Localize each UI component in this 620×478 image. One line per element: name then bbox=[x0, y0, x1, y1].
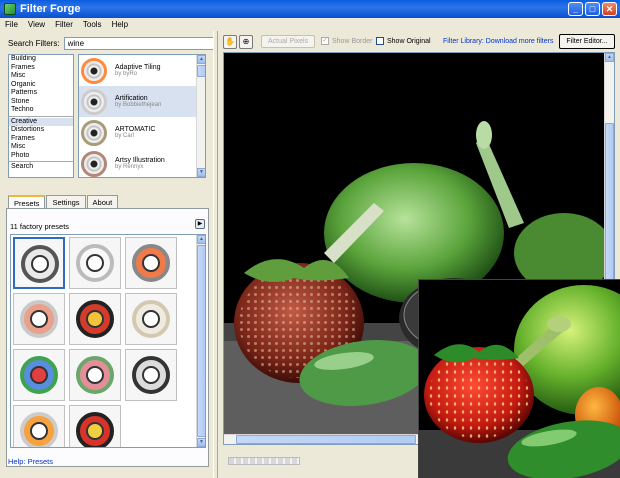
presets-grid: Defau ▲ ▼ bbox=[10, 234, 206, 448]
preset-thumbnail[interactable] bbox=[69, 349, 121, 401]
filter-list-item-selected[interactable]: Artification by Bobbiethejean bbox=[79, 86, 205, 117]
preset-thumbnail[interactable] bbox=[69, 237, 121, 289]
preset-thumbnail[interactable] bbox=[69, 405, 121, 447]
filter-name: ARTOMATIC bbox=[115, 126, 156, 133]
preset-thumbnail[interactable] bbox=[69, 293, 121, 345]
menu-view[interactable]: View bbox=[23, 20, 50, 29]
filter-editor-button[interactable]: Filter Editor... bbox=[559, 34, 615, 49]
category-item[interactable]: Photo bbox=[9, 152, 73, 161]
filter-author: by Carl bbox=[115, 133, 135, 139]
category-item[interactable]: Distortions bbox=[9, 126, 73, 135]
filter-author: by Bobbiethejean bbox=[115, 102, 162, 108]
category-item[interactable]: Building bbox=[9, 55, 73, 64]
show-border-label: Show Border bbox=[332, 37, 373, 45]
app-icon bbox=[4, 3, 16, 15]
menu-filter[interactable]: Filter bbox=[50, 20, 78, 29]
panel-splitter[interactable] bbox=[0, 184, 213, 188]
category-item[interactable]: Techno bbox=[9, 106, 73, 115]
zoom-icon[interactable]: ⊕ bbox=[239, 35, 253, 49]
filter-thumbnail bbox=[81, 57, 107, 84]
minimize-button[interactable]: _ bbox=[568, 2, 583, 16]
filter-list-item[interactable]: ARTOMATIC by Carl bbox=[79, 117, 205, 148]
filter-name: Artification bbox=[115, 95, 148, 102]
scroll-down-icon[interactable]: ▼ bbox=[197, 438, 205, 447]
menu-file[interactable]: File bbox=[0, 20, 23, 29]
show-border-option[interactable]: ✓ Show Border bbox=[321, 37, 372, 45]
show-border-checkbox[interactable]: ✓ bbox=[321, 37, 329, 45]
preset-thumbnail[interactable] bbox=[125, 293, 177, 345]
filter-list-item[interactable]: Adaptive Tiling by byRo bbox=[79, 55, 205, 86]
category-divider bbox=[9, 161, 73, 162]
title-bar: Filter Forge _ □ ✕ bbox=[0, 0, 620, 18]
scroll-up-icon[interactable]: ▲ bbox=[197, 55, 205, 64]
scroll-down-icon[interactable]: ▼ bbox=[197, 168, 205, 177]
tab-about[interactable]: About bbox=[86, 195, 119, 208]
show-original-checkbox[interactable] bbox=[376, 37, 384, 45]
category-divider bbox=[9, 115, 73, 117]
scroll-thumb[interactable] bbox=[197, 245, 205, 437]
filter-thumbnail bbox=[81, 150, 107, 177]
presets-count: 11 factory presets bbox=[10, 222, 70, 231]
filter-author: by byRo bbox=[115, 71, 138, 77]
scroll-thumb[interactable] bbox=[236, 435, 416, 444]
category-item[interactable]: Organic bbox=[9, 81, 73, 90]
preset-thumbnail[interactable] bbox=[13, 405, 65, 447]
scroll-thumb[interactable] bbox=[197, 65, 205, 77]
preset-thumbnail[interactable] bbox=[13, 349, 65, 401]
render-progress-bar bbox=[228, 457, 300, 465]
menu-help[interactable]: Help bbox=[107, 20, 133, 29]
preset-thumbnail[interactable] bbox=[125, 349, 177, 401]
presets-panel: 11 factory presets ▶ Defau ▲ ▼ bbox=[6, 208, 209, 467]
category-item[interactable]: Frames bbox=[9, 64, 73, 73]
preset-thumbnail[interactable] bbox=[13, 293, 65, 345]
category-item[interactable]: Frames bbox=[9, 135, 73, 144]
filter-thumbnail bbox=[81, 119, 107, 146]
category-item[interactable]: Patterns bbox=[9, 89, 73, 98]
tab-presets[interactable]: Presets bbox=[8, 195, 46, 208]
category-list[interactable]: Building Frames Misc Organic Patterns St… bbox=[8, 54, 74, 178]
scroll-up-icon[interactable]: ▲ bbox=[197, 235, 205, 244]
category-item[interactable]: Misc bbox=[9, 143, 73, 152]
help-presets-link[interactable]: Help: Presets bbox=[8, 457, 53, 466]
presets-scrollbar[interactable]: ▲ ▼ bbox=[196, 235, 205, 447]
window-title: Filter Forge bbox=[20, 3, 81, 15]
search-input[interactable] bbox=[63, 37, 214, 50]
menu-bar: File View Filter Tools Help bbox=[0, 18, 620, 31]
filter-author: by Rennyx bbox=[115, 164, 144, 170]
vertical-splitter[interactable] bbox=[213, 31, 218, 478]
preset-label: Defau bbox=[17, 280, 31, 286]
category-item-selected[interactable]: Creative bbox=[9, 117, 73, 126]
category-item[interactable]: Search bbox=[9, 163, 73, 172]
category-item[interactable]: Stone bbox=[9, 98, 73, 107]
scroll-thumb[interactable] bbox=[605, 123, 614, 283]
tab-settings[interactable]: Settings bbox=[46, 195, 86, 208]
scroll-up-icon[interactable]: ▲ bbox=[605, 53, 614, 62]
filter-thumbnail bbox=[81, 88, 107, 115]
filter-list-item[interactable]: Artsy Illustration by Rennyx bbox=[79, 148, 205, 177]
show-original-label: Show Original bbox=[387, 37, 431, 45]
preset-thumbnail[interactable]: Defau bbox=[13, 237, 65, 289]
maximize-button[interactable]: □ bbox=[585, 2, 600, 16]
play-icon[interactable]: ▶ bbox=[195, 219, 205, 229]
original-fruit-image bbox=[419, 280, 620, 478]
close-button[interactable]: ✕ bbox=[602, 2, 617, 16]
filter-library-link[interactable]: Filter Library: Download more filters bbox=[443, 38, 553, 45]
tab-strip: Presets Settings About bbox=[8, 195, 119, 208]
filter-list[interactable]: Adaptive Tiling by byRo Artification by … bbox=[78, 54, 206, 178]
category-item[interactable]: Misc bbox=[9, 72, 73, 81]
filter-name: Adaptive Tiling bbox=[115, 64, 161, 71]
search-row: Search Filters: bbox=[8, 37, 214, 50]
original-image-overlay bbox=[418, 279, 620, 478]
filter-name: Artsy Illustration bbox=[115, 157, 165, 164]
search-label: Search Filters: bbox=[8, 39, 60, 48]
filter-list-scrollbar[interactable]: ▲ ▼ bbox=[196, 55, 205, 177]
show-original-option[interactable]: Show Original bbox=[376, 37, 431, 45]
hand-icon[interactable]: ✋ bbox=[223, 35, 237, 49]
preset-thumbnail[interactable] bbox=[125, 237, 177, 289]
actual-pixels-button[interactable]: Actual Pixels bbox=[261, 35, 316, 48]
menu-tools[interactable]: Tools bbox=[78, 20, 107, 29]
